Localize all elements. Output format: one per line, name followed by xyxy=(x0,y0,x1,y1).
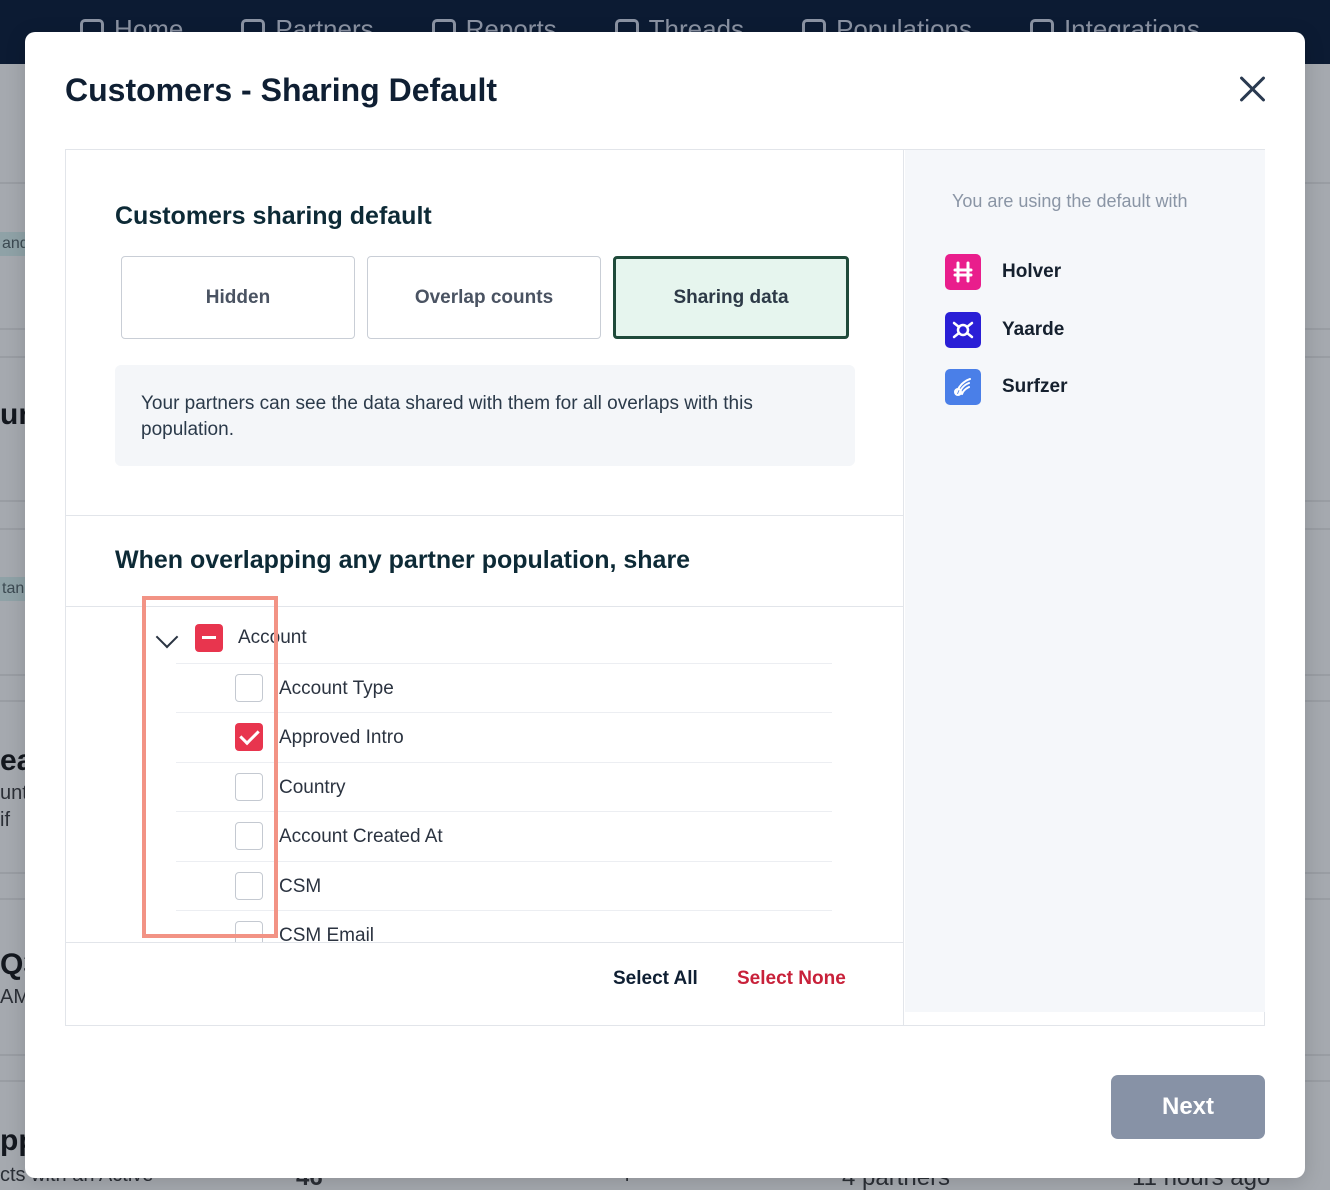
overlap-share-heading: When overlapping any partner population,… xyxy=(115,546,691,574)
partner-holver: Holver xyxy=(945,253,1061,291)
field-checkbox-csm-email[interactable] xyxy=(235,921,263,942)
option-hidden[interactable]: Hidden xyxy=(121,256,355,339)
partners-heading: You are using the default with xyxy=(952,191,1188,211)
next-button[interactable]: Next xyxy=(1111,1075,1265,1139)
field-checkbox-account-type[interactable] xyxy=(235,674,263,702)
field-list[interactable]: Account Account Type Approved Intro Coun… xyxy=(66,607,904,942)
partner-name: Yaarde xyxy=(1002,319,1065,340)
option-overlap-counts[interactable]: Overlap counts xyxy=(367,256,601,339)
background-tag: tan xyxy=(0,577,27,601)
field-checkbox-csm[interactable] xyxy=(235,872,263,900)
yaarde-logo-icon xyxy=(945,312,981,348)
sharing-settings-pane: Customers sharing default Hidden Overlap… xyxy=(66,150,904,1025)
field-label: Country xyxy=(279,777,346,798)
partner-name: Holver xyxy=(1002,261,1062,282)
field-row: CSM Email xyxy=(176,910,832,942)
field-label: CSM Email xyxy=(279,925,375,942)
background-text: if xyxy=(0,809,10,831)
partners-pane: You are using the default with Holver Ya… xyxy=(905,150,1265,1012)
field-label: Approved Intro xyxy=(279,727,404,748)
partner-name: Surfzer xyxy=(1002,376,1068,397)
field-label: CSM xyxy=(279,876,322,897)
sharing-default-heading: Customers sharing default xyxy=(115,202,432,230)
select-none-button[interactable]: Select None xyxy=(737,968,846,990)
field-row: Account Created At xyxy=(176,811,832,860)
modal-title: Customers - Sharing Default xyxy=(65,72,498,108)
close-icon[interactable] xyxy=(1237,74,1267,104)
sharing-default-modal: Customers - Sharing Default Customers sh… xyxy=(25,32,1305,1178)
field-label: Account Type xyxy=(279,678,394,699)
field-row: Account Type xyxy=(176,663,832,712)
field-checkbox-account-created-at[interactable] xyxy=(235,822,263,850)
partner-yaarde: Yaarde xyxy=(945,311,1064,349)
field-row: Approved Intro xyxy=(176,712,832,761)
field-checkbox-country[interactable] xyxy=(235,773,263,801)
account-group-label: Account xyxy=(238,627,307,648)
modal-panel: Customers sharing default Hidden Overlap… xyxy=(65,149,1265,1026)
field-group-account: Account xyxy=(66,615,904,663)
field-checkbox-approved-intro[interactable] xyxy=(235,723,263,751)
list-bottom-divider xyxy=(66,942,904,943)
select-all-button[interactable]: Select All xyxy=(613,968,698,990)
partner-surfzer: Surfzer xyxy=(945,368,1067,406)
chevron-down-icon[interactable] xyxy=(155,625,179,649)
field-label: Account Created At xyxy=(279,826,443,847)
option-sharing-data[interactable]: Sharing data xyxy=(613,256,849,339)
sharing-description: Your partners can see the data shared wi… xyxy=(115,365,855,466)
field-row: CSM xyxy=(176,861,832,910)
section-divider xyxy=(66,515,904,516)
holver-logo-icon xyxy=(945,254,981,290)
account-group-checkbox[interactable] xyxy=(195,624,223,652)
surfzer-logo-icon xyxy=(945,369,981,405)
field-row: Country xyxy=(176,762,832,811)
